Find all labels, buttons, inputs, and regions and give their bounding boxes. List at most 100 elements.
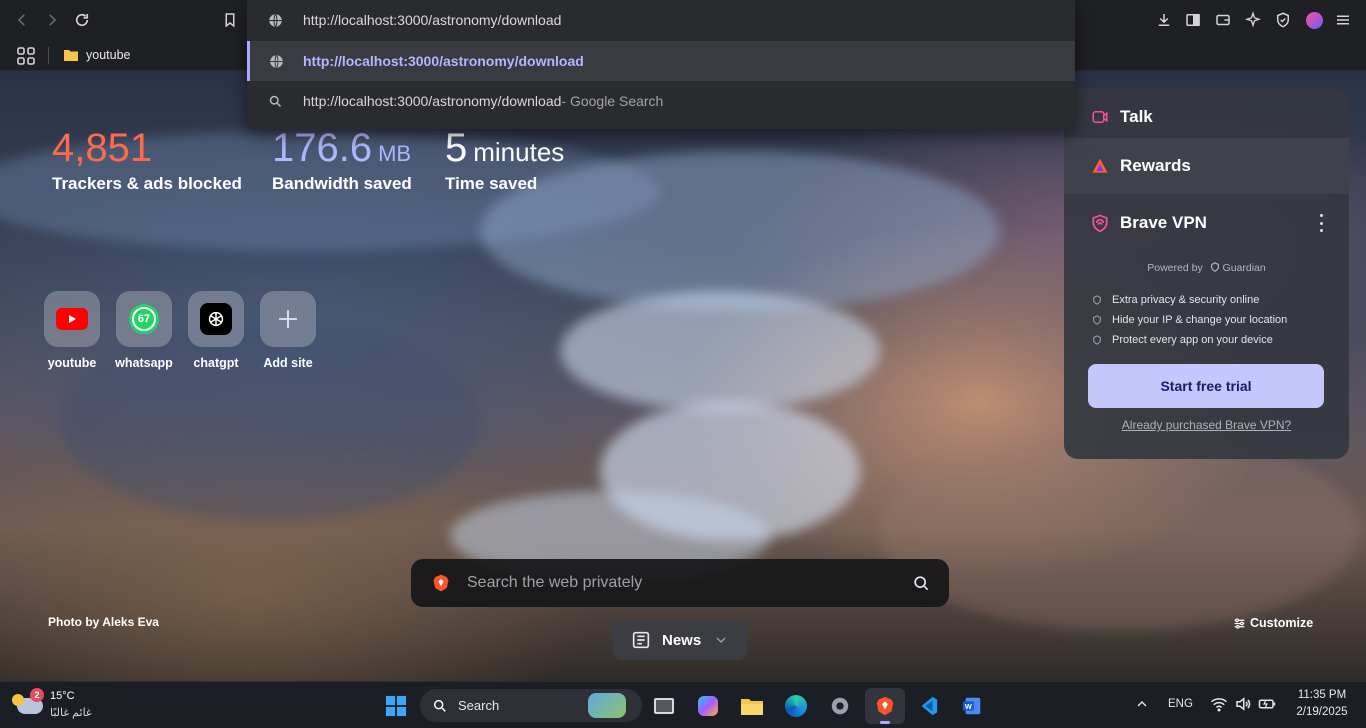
search-bar[interactable]: Search the web privately bbox=[411, 559, 949, 607]
start-button[interactable] bbox=[380, 690, 412, 722]
language-indicator[interactable]: ENG bbox=[1168, 698, 1193, 710]
check-shield-icon bbox=[1093, 295, 1101, 305]
address-input[interactable]: http://localhost:3000/astronomy/download bbox=[303, 12, 561, 28]
search-icon bbox=[247, 94, 303, 109]
guardian-icon bbox=[1210, 262, 1219, 272]
wifi-icon[interactable] bbox=[1210, 695, 1228, 713]
suggestion-text: http://localhost:3000/astronomy/download bbox=[303, 93, 562, 109]
sun-icon bbox=[12, 694, 24, 706]
talk-label: Talk bbox=[1120, 107, 1153, 126]
volume-icon[interactable] bbox=[1234, 695, 1252, 713]
clock-date[interactable]: 2/19/2025 bbox=[1286, 706, 1358, 718]
tile-label-youtube: youtube bbox=[47, 356, 97, 370]
guardian-label: Guardian bbox=[1222, 262, 1266, 274]
plus-icon bbox=[279, 310, 297, 328]
download-icon[interactable] bbox=[1152, 8, 1176, 32]
battery-icon[interactable] bbox=[1258, 695, 1276, 713]
customize-label: Customize bbox=[1250, 616, 1314, 630]
talk-widget[interactable]: Talk bbox=[1064, 102, 1349, 132]
edge-icon[interactable] bbox=[780, 690, 812, 722]
whatsapp-icon: 67 bbox=[129, 304, 159, 334]
word-icon[interactable]: W bbox=[956, 690, 988, 722]
tile-whatsapp[interactable]: 67 bbox=[116, 291, 172, 347]
time-label: Time saved bbox=[445, 174, 538, 193]
bandwidth-value: 176.6 bbox=[272, 126, 373, 170]
vpn-feature-label: Extra privacy & security online bbox=[1112, 294, 1260, 306]
omnibox-suggestion-url[interactable]: http://localhost:3000/astronomy/download bbox=[247, 41, 1075, 81]
vpn-title: Brave VPN bbox=[1120, 213, 1207, 232]
svg-text:W: W bbox=[965, 702, 972, 711]
search-highlight-icon bbox=[588, 693, 626, 718]
talk-icon bbox=[1092, 111, 1108, 123]
rewards-label: Rewards bbox=[1120, 156, 1191, 175]
check-shield-icon bbox=[1093, 335, 1101, 345]
taskbar-search-label: Search bbox=[458, 698, 500, 713]
back-icon[interactable] bbox=[10, 8, 34, 32]
menu-icon[interactable] bbox=[1331, 8, 1355, 32]
settings-icon[interactable] bbox=[824, 690, 856, 722]
brave-taskbar-active[interactable] bbox=[865, 688, 905, 724]
forward-icon[interactable] bbox=[40, 8, 64, 32]
apps-grid-icon[interactable] bbox=[17, 47, 35, 65]
time-stat: 5 minutes bbox=[445, 126, 564, 171]
suggestion-text: http://localhost:3000/astronomy/download bbox=[303, 53, 584, 69]
chevron-down-icon bbox=[716, 637, 726, 643]
omnibox-dropdown: http://localhost:3000/astronomy/download… bbox=[247, 0, 1075, 129]
vpn-feature-label: Protect every app on your device bbox=[1112, 334, 1273, 346]
trackers-label: Trackers & ads blocked bbox=[52, 174, 242, 193]
address-bar[interactable]: http://localhost:3000/astronomy/download bbox=[247, 0, 1075, 40]
powered-by-label: Powered by bbox=[1147, 262, 1203, 274]
tile-label-whatsapp: whatsapp bbox=[115, 356, 173, 370]
guardian-logo: Guardian bbox=[1210, 262, 1266, 274]
chatgpt-icon bbox=[200, 303, 232, 335]
suggestion-suffix: - Google Search bbox=[561, 93, 664, 109]
file-explorer-icon[interactable] bbox=[736, 690, 768, 722]
brave-icon bbox=[876, 696, 894, 716]
taskbar-search[interactable]: Search bbox=[420, 689, 642, 722]
photo-credit[interactable]: Photo by Aleks Eva bbox=[48, 615, 159, 629]
bookmarks-divider bbox=[48, 47, 49, 64]
weather-widget[interactable]: 2 15°C غائم غالبًا bbox=[12, 688, 105, 722]
brave-widgets-panel: Talk Rewards Brave VPN Powered by Guardi… bbox=[1064, 88, 1349, 459]
search-input[interactable]: Search the web privately bbox=[467, 574, 642, 592]
time-unit: minutes bbox=[473, 137, 565, 167]
chevron-up-icon[interactable] bbox=[1134, 696, 1150, 712]
vpn-more-icon[interactable] bbox=[1316, 214, 1326, 232]
windows-taskbar: 2 15°C غائم غالبًا Search W ENG 11:35 PM… bbox=[0, 681, 1366, 728]
tile-youtube[interactable] bbox=[44, 291, 100, 347]
customize-button[interactable]: Customize bbox=[1233, 616, 1313, 630]
bookmark-icon[interactable] bbox=[218, 8, 242, 32]
bandwidth-stat: 176.6 MB bbox=[272, 126, 411, 171]
rewards-row[interactable]: Rewards bbox=[1064, 151, 1349, 181]
vpn-header: Brave VPN bbox=[1064, 208, 1349, 238]
brave-shields-icon[interactable] bbox=[1271, 8, 1295, 32]
weather-badge: 2 bbox=[30, 688, 44, 702]
bookmark-label: youtube bbox=[86, 48, 131, 62]
brave-rewards-profile-icon[interactable] bbox=[1302, 8, 1326, 32]
news-button[interactable]: News bbox=[613, 620, 747, 660]
clock-time[interactable]: 11:35 PM bbox=[1286, 689, 1358, 701]
copilot-icon[interactable] bbox=[692, 690, 724, 722]
already-purchased-link[interactable]: Already purchased Brave VPN? bbox=[1064, 418, 1349, 432]
reload-icon[interactable] bbox=[70, 8, 94, 32]
bookmark-folder-youtube[interactable]: youtube bbox=[63, 46, 130, 64]
search-icon bbox=[433, 699, 446, 712]
sidebar-icon[interactable] bbox=[1181, 8, 1205, 32]
tile-chatgpt[interactable] bbox=[188, 291, 244, 347]
vpn-feature-2: Hide your IP & change your location bbox=[1092, 314, 1287, 326]
brave-logo-icon bbox=[433, 574, 449, 592]
tile-add-site[interactable] bbox=[260, 291, 316, 347]
omnibox-suggestion-search[interactable]: http://localhost:3000/astronomy/download… bbox=[247, 81, 1075, 121]
vscode-icon[interactable] bbox=[912, 690, 944, 722]
start-free-trial-button[interactable]: Start free trial bbox=[1088, 364, 1324, 408]
search-icon[interactable] bbox=[911, 573, 931, 593]
wallet-icon[interactable] bbox=[1211, 8, 1235, 32]
trackers-count: 4,851 bbox=[52, 126, 153, 170]
tile-label-chatgpt: chatgpt bbox=[193, 356, 239, 370]
news-icon bbox=[632, 631, 650, 649]
tile-label-add-site: Add site bbox=[263, 356, 313, 370]
leo-ai-icon[interactable] bbox=[1241, 8, 1265, 32]
windows-logo-icon bbox=[385, 695, 407, 717]
news-label: News bbox=[662, 631, 702, 649]
task-view-icon[interactable] bbox=[648, 690, 680, 722]
